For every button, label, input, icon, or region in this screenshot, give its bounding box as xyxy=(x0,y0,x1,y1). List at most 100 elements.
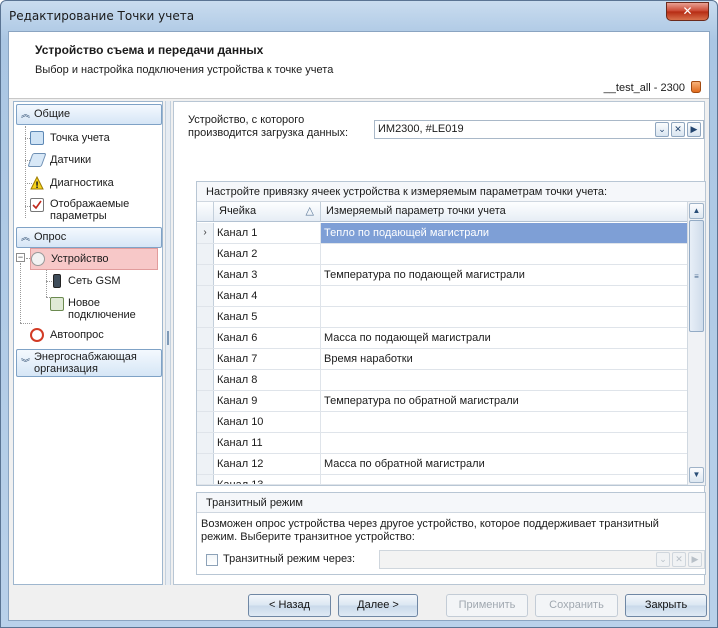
scroll-thumb[interactable]: ≡ xyxy=(689,220,704,332)
cell-channel[interactable]: Канал 8 xyxy=(214,370,321,390)
table-row[interactable]: Канал 8 xyxy=(197,370,687,391)
cell-channel[interactable]: Канал 12 xyxy=(214,454,321,474)
row-indicator[interactable] xyxy=(197,328,214,348)
transit-description-line: Возможен опрос устройства через другое у… xyxy=(201,518,659,530)
cell-channel[interactable]: Канал 7 xyxy=(214,349,321,369)
nav-item-metering-point[interactable]: Точка учета xyxy=(30,128,160,148)
clear-icon[interactable]: ✕ xyxy=(672,552,686,567)
row-indicator[interactable] xyxy=(197,391,214,411)
nav-item-label: Отображаемые параметры xyxy=(50,198,130,222)
nav-group-label: Общие xyxy=(34,108,71,120)
cell-channel[interactable]: Канал 13 xyxy=(214,475,321,484)
table-row[interactable]: Канал 12 Масса по обратной магистрали xyxy=(197,454,687,475)
cell-parameter[interactable] xyxy=(321,475,687,484)
dropdown-icon[interactable]: ⌄ xyxy=(656,552,670,567)
cell-parameter[interactable]: Тепло по подающей магистрали xyxy=(321,223,687,243)
cell-channel[interactable]: Канал 6 xyxy=(214,328,321,348)
nav-splitter[interactable] xyxy=(165,101,171,585)
play-icon[interactable]: ▶ xyxy=(687,122,701,137)
cell-parameter[interactable]: Масса по подающей магистрали xyxy=(321,328,687,348)
back-button[interactable]: < Назад xyxy=(248,594,331,617)
clear-icon[interactable]: ✕ xyxy=(671,122,685,137)
nav-group-energy-supplier[interactable]: ︾ Энергоснабжающая организация xyxy=(16,349,162,377)
row-indicator[interactable] xyxy=(197,244,214,264)
row-indicator[interactable] xyxy=(197,370,214,390)
table-row[interactable]: Канал 9 Температура по обратной магистрал… xyxy=(197,391,687,412)
table-row[interactable]: Канал 13 xyxy=(197,475,687,485)
row-indicator[interactable] xyxy=(197,433,214,453)
cell-parameter[interactable]: Температура по обратной магистрали xyxy=(321,391,687,411)
alarm-clock-icon xyxy=(30,328,44,342)
table-row[interactable]: Канал 2 xyxy=(197,244,687,265)
cell-parameter[interactable]: Температура по подающей магистрали xyxy=(321,265,687,285)
transit-description-line: режим. Выберите транзитное устройство: xyxy=(201,531,415,543)
table-row[interactable]: Канал 11 xyxy=(197,433,687,454)
table-row[interactable]: Канал 6 Масса по подающей магистрали xyxy=(197,328,687,349)
nav-item-new-connection[interactable]: Новое подключение xyxy=(50,294,160,322)
transit-mode-checkbox[interactable] xyxy=(206,554,218,566)
cell-channel[interactable]: Канал 1 xyxy=(214,223,321,243)
cell-parameter[interactable]: Время наработки xyxy=(321,349,687,369)
row-indicator[interactable] xyxy=(197,307,214,327)
table-row[interactable]: Канал 7 Время наработки xyxy=(197,349,687,370)
table-row[interactable]: Канал 10 xyxy=(197,412,687,433)
device-select[interactable]: ИМ2300, #LE019 ⌄ ✕ ▶ xyxy=(374,120,704,139)
transit-device-select[interactable]: ⌄ ✕ ▶ xyxy=(379,550,705,569)
nav-item-auto-poll[interactable]: Автоопрос xyxy=(30,325,160,345)
cell-parameter[interactable] xyxy=(321,307,687,327)
table-row[interactable]: Канал 5 xyxy=(197,307,687,328)
wizard-header: Устройство съема и передачи данных Выбор… xyxy=(9,32,709,99)
title-bar[interactable]: Редактирование Точки учета ✕ xyxy=(1,1,717,31)
cell-channel[interactable]: Канал 5 xyxy=(214,307,321,327)
nav-item-label: Устройство xyxy=(51,253,109,265)
play-icon[interactable]: ▶ xyxy=(688,552,702,567)
cell-channel[interactable]: Канал 9 xyxy=(214,391,321,411)
cell-parameter[interactable] xyxy=(321,286,687,306)
cell-channel[interactable]: Канал 4 xyxy=(214,286,321,306)
row-indicator[interactable] xyxy=(197,349,214,369)
row-indicator[interactable] xyxy=(197,286,214,306)
nav-item-device[interactable]: Устройство xyxy=(30,248,158,270)
close-button[interactable]: Закрыть xyxy=(625,594,707,617)
cell-parameter[interactable] xyxy=(321,370,687,390)
row-indicator[interactable] xyxy=(197,265,214,285)
cell-channel[interactable]: Канал 2 xyxy=(214,244,321,264)
next-button[interactable]: Далее > xyxy=(338,594,418,617)
cell-channel[interactable]: Канал 11 xyxy=(214,433,321,453)
cell-parameter[interactable] xyxy=(321,244,687,264)
nav-item-displayed-params[interactable]: Отображаемые параметры xyxy=(30,195,160,223)
nav-item-diagnostics[interactable]: ! Диагностика xyxy=(30,173,160,193)
cell-channel[interactable]: Канал 10 xyxy=(214,412,321,432)
cell-channel[interactable]: Канал 3 xyxy=(214,265,321,285)
scroll-down-icon[interactable]: ▼ xyxy=(689,467,704,483)
current-row-icon[interactable]: › xyxy=(197,223,214,243)
nav-group-general[interactable]: ︽ Общие xyxy=(16,104,162,125)
warning-icon: ! xyxy=(30,175,44,191)
cell-parameter[interactable]: Масса по обратной магистрали xyxy=(321,454,687,474)
nav-item-gsm-network[interactable]: Сеть GSM xyxy=(50,271,160,291)
save-button[interactable]: Сохранить xyxy=(535,594,618,617)
column-header-param[interactable]: Измеряемый параметр точки учета xyxy=(321,202,687,221)
apply-button[interactable]: Применить xyxy=(446,594,528,617)
splitter-grip[interactable] xyxy=(167,331,169,345)
nav-item-label: Новое подключение xyxy=(68,297,136,321)
table-row[interactable]: › Канал 1 Тепло по подающей магистрали xyxy=(197,223,687,244)
cell-parameter[interactable] xyxy=(321,412,687,432)
device-settings-panel: Устройство, с которого производится загр… xyxy=(173,101,706,585)
table-row[interactable]: Канал 3 Температура по подающей магистрал… xyxy=(197,265,687,286)
row-indicator[interactable] xyxy=(197,475,214,484)
nav-item-sensors[interactable]: Датчики xyxy=(27,150,160,170)
tree-collapse-toggle[interactable]: − xyxy=(16,253,25,262)
table-row[interactable]: Канал 4 xyxy=(197,286,687,307)
cell-parameter[interactable] xyxy=(321,433,687,453)
scroll-up-icon[interactable]: ▲ xyxy=(689,203,704,219)
row-indicator[interactable] xyxy=(197,412,214,432)
nav-item-label: Сеть GSM xyxy=(68,275,121,287)
close-window-button[interactable]: ✕ xyxy=(666,2,709,21)
page-title: Устройство съема и передачи данных xyxy=(35,43,264,57)
grid-vertical-scrollbar[interactable]: ▲ ≡ ▼ xyxy=(687,202,705,485)
row-indicator[interactable] xyxy=(197,454,214,474)
column-header-cell[interactable]: Ячейка △ xyxy=(214,202,321,221)
nav-group-polling[interactable]: ︽ Опрос xyxy=(16,227,162,248)
dropdown-icon[interactable]: ⌄ xyxy=(655,122,669,137)
